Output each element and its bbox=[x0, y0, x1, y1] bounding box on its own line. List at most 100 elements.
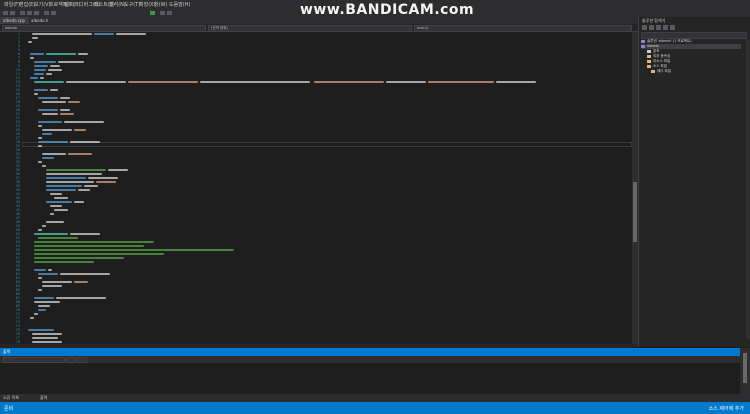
refresh-icon[interactable] bbox=[656, 25, 661, 30]
source-control-button[interactable]: 소스 제어에 추가 bbox=[709, 405, 744, 412]
code-token bbox=[34, 253, 164, 255]
code-token bbox=[34, 269, 46, 271]
code-token bbox=[30, 317, 34, 319]
solution-explorer-title: 솔루션 탐색기 bbox=[642, 18, 666, 23]
code-editor[interactable]: 1 2 3 4 5 6 7 8 9 10 11 12 13 14 15 16 17 18 19 20 21 22 23 24 2… bbox=[0, 32, 632, 344]
code-token bbox=[70, 233, 100, 235]
code-token bbox=[46, 53, 76, 55]
code-token bbox=[314, 81, 384, 83]
code-token bbox=[54, 197, 68, 199]
code-token bbox=[34, 241, 154, 243]
code-token bbox=[38, 277, 42, 279]
start-debug-icon[interactable] bbox=[150, 11, 155, 15]
code-token bbox=[42, 225, 46, 227]
new-file-icon[interactable] bbox=[20, 11, 25, 15]
code-token bbox=[30, 77, 38, 79]
code-token bbox=[32, 337, 58, 339]
code-token bbox=[34, 313, 38, 315]
status-text: 준비 bbox=[4, 406, 14, 412]
code-token bbox=[70, 141, 100, 143]
solution-search-input[interactable] bbox=[641, 32, 747, 39]
code-token bbox=[128, 81, 198, 83]
code-token bbox=[46, 73, 52, 75]
code-token bbox=[88, 177, 118, 179]
code-token bbox=[42, 281, 72, 283]
code-token bbox=[68, 153, 92, 155]
code-token bbox=[34, 89, 48, 91]
menu-item[interactable]: 창(W) bbox=[154, 1, 167, 8]
scope-dropdown[interactable]: (전역 범위) bbox=[208, 25, 412, 32]
menu-item[interactable]: 편집(E) bbox=[19, 1, 35, 8]
code-token bbox=[46, 169, 106, 171]
code-token bbox=[32, 333, 62, 335]
code-token bbox=[46, 185, 82, 187]
solution-scrollbar[interactable] bbox=[746, 39, 750, 339]
code-token bbox=[34, 301, 60, 303]
code-token bbox=[30, 53, 44, 55]
code-token bbox=[50, 193, 62, 195]
code-token bbox=[60, 113, 74, 115]
code-token bbox=[38, 305, 50, 307]
collapse-icon[interactable] bbox=[663, 25, 668, 30]
code-token bbox=[34, 257, 124, 259]
folder-icon bbox=[647, 59, 651, 63]
code-token bbox=[496, 81, 536, 83]
code-token bbox=[46, 173, 102, 175]
forward-icon[interactable] bbox=[10, 11, 15, 15]
scroll-thumb[interactable] bbox=[743, 353, 747, 383]
menu-item[interactable]: 파일(F) bbox=[4, 1, 20, 8]
open-file-icon[interactable] bbox=[27, 11, 32, 15]
tab-error-list[interactable]: 오류 목록 bbox=[3, 395, 19, 401]
undo-icon[interactable] bbox=[44, 11, 49, 15]
project-dropdown[interactable]: albedo bbox=[2, 25, 206, 32]
code-token bbox=[386, 81, 426, 83]
code-token bbox=[42, 153, 66, 155]
code-token bbox=[38, 137, 42, 139]
code-token bbox=[38, 141, 68, 143]
back-icon[interactable] bbox=[3, 11, 8, 15]
tab-albedo-cpp[interactable]: albedo.cpp bbox=[0, 17, 29, 24]
references-icon bbox=[647, 49, 651, 53]
code-token bbox=[38, 161, 42, 163]
code-token bbox=[74, 129, 86, 131]
save-icon[interactable] bbox=[34, 11, 39, 15]
code-token bbox=[50, 213, 54, 215]
redo-icon[interactable] bbox=[51, 11, 56, 15]
config-dropdown-icon[interactable] bbox=[160, 11, 165, 15]
output-scrollbar[interactable] bbox=[740, 348, 750, 402]
sync-icon[interactable] bbox=[649, 25, 654, 30]
code-token bbox=[38, 145, 42, 147]
code-token bbox=[46, 181, 94, 183]
bottom-tabs: 오류 목록 출력 bbox=[0, 394, 740, 402]
code-token bbox=[48, 269, 52, 271]
code-token bbox=[34, 93, 38, 95]
menu-item[interactable]: 도구(T) bbox=[124, 1, 140, 8]
code-token bbox=[42, 113, 58, 115]
output-panel-title: 출력 bbox=[0, 348, 740, 356]
output-text-area[interactable] bbox=[0, 363, 740, 394]
tree-headers[interactable]: 헤더 파일 bbox=[651, 69, 671, 74]
settings-icon[interactable] bbox=[670, 25, 675, 30]
member-dropdown[interactable]: main() bbox=[414, 25, 632, 32]
code-token bbox=[50, 205, 62, 207]
current-line-highlight bbox=[22, 142, 632, 147]
solution-explorer: 솔루션 탐색기 솔루션 'albedo' (1 프로젝트) albedo 참조 … bbox=[638, 17, 750, 347]
project-icon bbox=[641, 44, 645, 48]
menu-item[interactable]: 도움말(H) bbox=[169, 1, 190, 8]
platform-dropdown-icon[interactable] bbox=[167, 11, 172, 15]
home-icon[interactable] bbox=[642, 25, 647, 30]
code-token bbox=[116, 33, 146, 35]
scroll-thumb[interactable] bbox=[633, 182, 637, 242]
code-token bbox=[60, 109, 70, 111]
code-token bbox=[42, 285, 62, 287]
folder-icon bbox=[651, 69, 655, 73]
tab-albedo-h[interactable]: albedo.h bbox=[28, 17, 55, 24]
line-number-gutter: 1 2 3 4 5 6 7 8 9 10 11 12 13 14 15 16 17 18 19 20 21 22 23 24 2… bbox=[0, 32, 22, 344]
code-token bbox=[42, 101, 66, 103]
code-token bbox=[42, 157, 54, 159]
code-token bbox=[66, 81, 126, 83]
code-token bbox=[28, 329, 54, 331]
code-token bbox=[78, 53, 88, 55]
code-token bbox=[78, 189, 90, 191]
tab-output[interactable]: 출력 bbox=[40, 395, 47, 401]
